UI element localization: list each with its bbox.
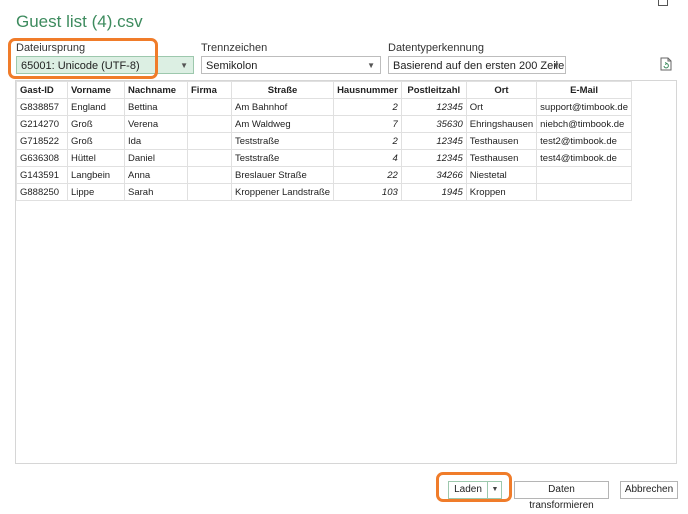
table-cell: Am Bahnhof [230,98,335,116]
table-cell: G888250 [16,183,68,201]
column-header: Postleitzahl [400,81,467,99]
table-cell: Groß [67,132,125,150]
column-header: Hausnummer [333,81,402,99]
table-cell: 103 [333,183,402,201]
table-row: G838857 England Bettina Am Bahnhof 2 123… [16,98,632,116]
table-cell [187,98,232,116]
delimiter-label: Trennzeichen [201,42,268,54]
column-header: Nachname [124,81,188,99]
table-cell: Niestetal [465,166,538,184]
column-header: Gast-ID [16,81,68,99]
delimiter-select-value: Semikolon [206,60,258,72]
table-cell: Sarah [124,183,188,201]
table-cell: 12345 [400,149,467,167]
table-cell: G143591 [16,166,68,184]
column-header: Firma [187,81,232,99]
table-cell: Kroppener Landstraße [230,183,335,201]
table-row: G214270 Groß Verena Am Waldweg 7 35630 E… [16,115,632,133]
table-row: G143591 Langbein Anna Breslauer Straße 2… [16,166,632,184]
chevron-down-icon: ▼ [552,61,560,70]
table-cell: Ehringshausen [465,115,538,133]
table-cell: 4 [333,149,402,167]
table-cell [187,115,232,133]
table-cell [187,132,232,150]
load-highlight [436,472,512,502]
table-cell: G718522 [16,132,68,150]
table-cell: Testhausen [465,149,538,167]
preview-table-container[interactable]: Gast-ID Vorname Nachname Firma Straße Ha… [15,80,677,464]
table-cell: Anna [124,166,188,184]
preview-table: Gast-ID Vorname Nachname Firma Straße Ha… [16,81,632,201]
table-cell [536,166,632,184]
table-header-row: Gast-ID Vorname Nachname Firma Straße Ha… [16,81,632,99]
table-cell: 12345 [400,98,467,116]
column-header: Ort [465,81,538,99]
type-detection-label: Datentyperkennung [388,42,485,54]
table-row: G636308 Hüttel Daniel Teststraße 4 12345… [16,149,632,167]
origin-highlight [8,38,158,79]
table-cell: support@timbook.de [536,98,632,116]
table-cell: Teststraße [230,149,335,167]
table-cell: Am Waldweg [230,115,335,133]
table-cell: 22 [333,166,402,184]
table-cell: Daniel [124,149,188,167]
table-cell: G636308 [16,149,68,167]
table-cell: Ort [465,98,538,116]
chevron-down-icon: ▼ [367,61,375,70]
table-cell: 34266 [400,166,467,184]
table-cell [187,149,232,167]
table-cell: Groß [67,115,125,133]
column-header: E-Mail [536,81,632,99]
table-cell: 35630 [400,115,467,133]
table-cell: Lippe [67,183,125,201]
transform-data-button[interactable]: Daten transformieren [514,481,609,511]
table-cell: test4@timbook.de [536,149,632,167]
table-cell [187,166,232,184]
table-cell: Bettina [124,98,188,116]
column-header: Vorname [67,81,125,99]
maximize-icon[interactable] [658,0,668,6]
table-cell: Teststraße [230,132,335,150]
table-row: G718522 Groß Ida Teststraße 2 12345 Test… [16,132,632,150]
table-cell: 7 [333,115,402,133]
table-cell: Hüttel [67,149,125,167]
table-cell: test2@timbook.de [536,132,632,150]
table-cell: 1945 [400,183,467,201]
table-cell: Langbein [67,166,125,184]
type-detection-select[interactable]: Basierend auf den ersten 200 Zeilen ▼ [388,56,566,74]
table-cell: England [67,98,125,116]
table-cell: Ida [124,132,188,150]
table-cell: Kroppen [465,183,538,201]
type-detection-select-value: Basierend auf den ersten 200 Zeilen [393,60,566,72]
column-header: Straße [230,81,335,99]
chevron-down-icon: ▼ [180,61,188,70]
dialog-title: Guest list (4).csv [16,12,143,31]
delimiter-select[interactable]: Semikolon ▼ [201,56,381,74]
table-cell [187,183,232,201]
table-cell: 2 [333,132,402,150]
refresh-file-icon[interactable] [660,57,672,71]
table-cell: Breslauer Straße [230,166,335,184]
table-cell: Verena [124,115,188,133]
table-cell: G838857 [16,98,68,116]
table-row: G888250 Lippe Sarah Kroppener Landstraße… [16,183,632,201]
table-cell: Testhausen [465,132,538,150]
table-cell: 12345 [400,132,467,150]
table-cell: niebch@timbook.de [536,115,632,133]
cancel-button[interactable]: Abbrechen [620,481,678,499]
table-cell: 2 [333,98,402,116]
table-cell: G214270 [16,115,68,133]
table-cell [536,183,632,201]
